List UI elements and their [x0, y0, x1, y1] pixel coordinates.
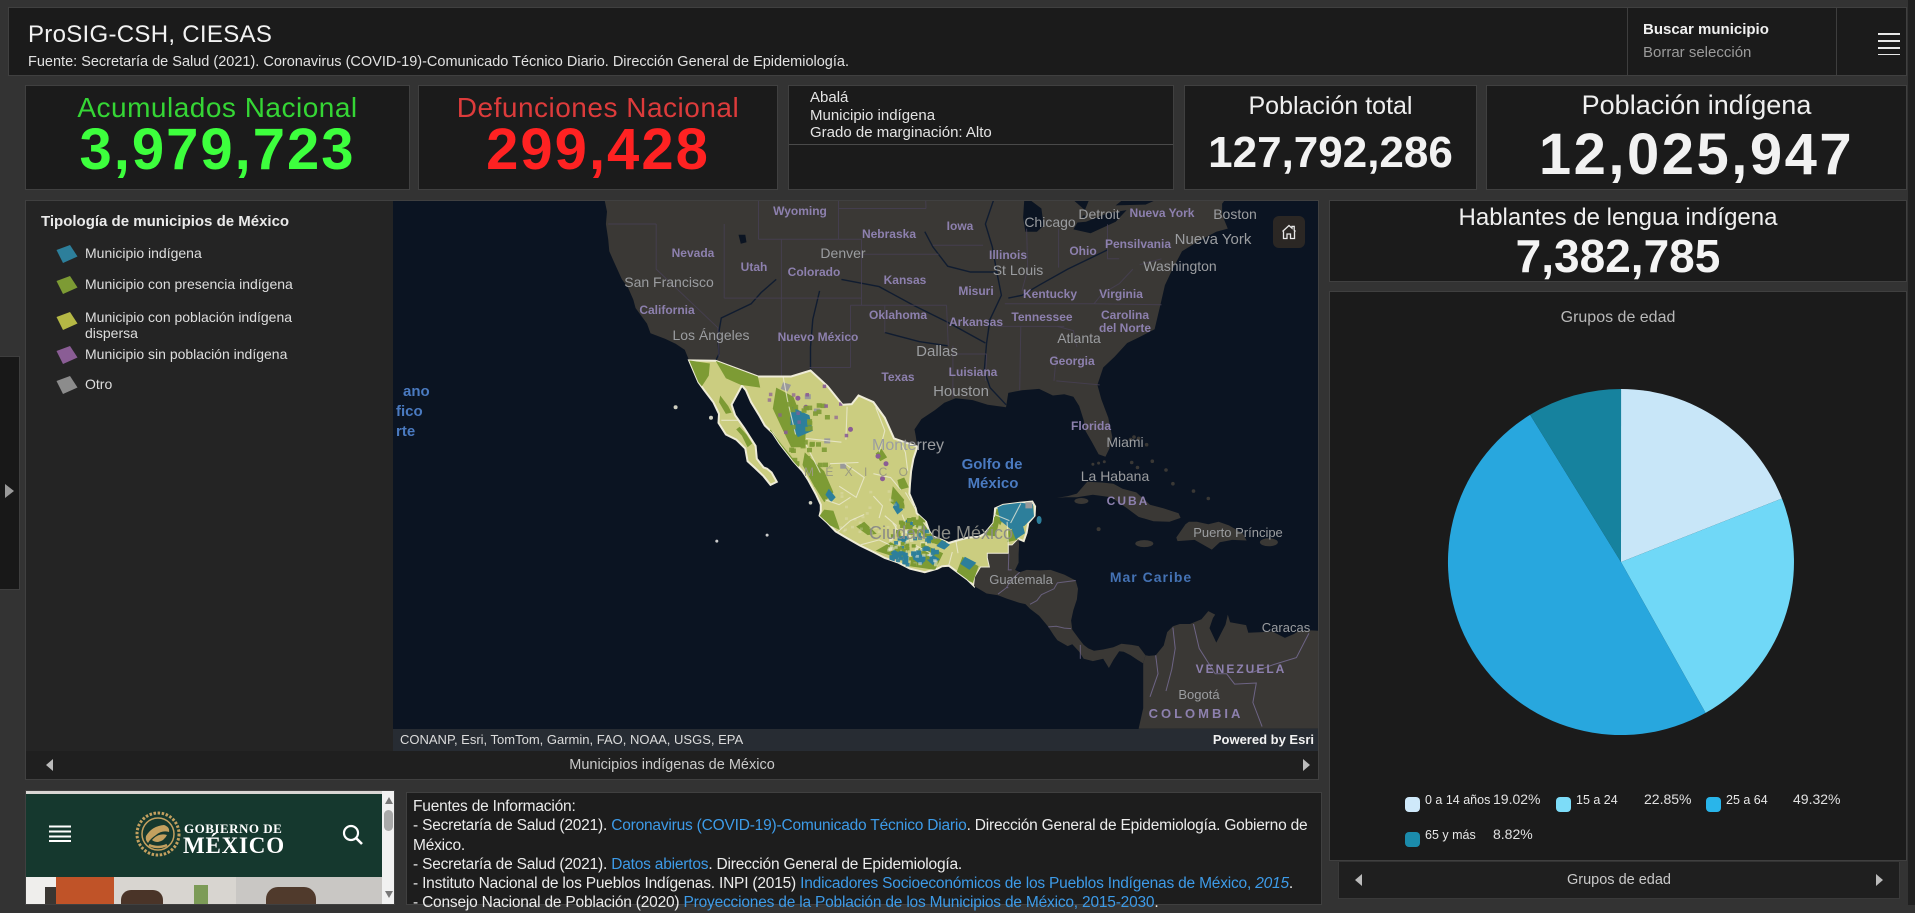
- svg-text:Atlanta: Atlanta: [1057, 330, 1101, 346]
- svg-text:Wyoming: Wyoming: [773, 204, 827, 218]
- svg-text:Carolina: Carolina: [1101, 308, 1149, 322]
- svg-text:Houston: Houston: [933, 383, 989, 400]
- svg-text:California: California: [639, 303, 695, 317]
- svg-text:Florida: Florida: [1071, 419, 1111, 433]
- svg-text:Chicago: Chicago: [1024, 214, 1076, 230]
- svg-text:Ciudad de México: Ciudad de México: [869, 523, 1013, 543]
- svg-text:CUBA: CUBA: [1107, 494, 1150, 508]
- svg-text:Monterrey: Monterrey: [872, 437, 944, 454]
- svg-text:Iowa: Iowa: [947, 219, 974, 233]
- svg-text:Boston: Boston: [1213, 206, 1257, 222]
- svg-text:Illinois: Illinois: [989, 248, 1027, 262]
- svg-text:Nevada: Nevada: [672, 246, 715, 260]
- svg-text:Nebraska: Nebraska: [862, 227, 916, 241]
- svg-text:Georgia: Georgia: [1049, 354, 1095, 368]
- svg-text:Nueva York: Nueva York: [1175, 231, 1252, 248]
- svg-text:Colorado: Colorado: [788, 265, 841, 279]
- svg-text:Luisiana: Luisiana: [949, 365, 998, 379]
- svg-text:Tennessee: Tennessee: [1011, 310, 1072, 324]
- svg-text:Puerto Príncipe: Puerto Príncipe: [1193, 525, 1283, 540]
- svg-text:St Louis: St Louis: [993, 262, 1044, 278]
- svg-text:San Francisco: San Francisco: [624, 274, 714, 290]
- svg-text:Los Ángeles: Los Ángeles: [672, 327, 749, 343]
- svg-text:Oklahoma: Oklahoma: [869, 308, 927, 322]
- svg-text:Dallas: Dallas: [916, 343, 958, 360]
- svg-text:fico: fico: [396, 403, 423, 420]
- svg-text:VENEZUELA: VENEZUELA: [1196, 662, 1287, 676]
- svg-text:M É X I C O: M É X I C O: [804, 464, 912, 479]
- svg-text:Washington: Washington: [1143, 258, 1216, 274]
- svg-text:Mar Caribe: Mar Caribe: [1110, 569, 1192, 585]
- svg-text:del Norte: del Norte: [1099, 321, 1151, 335]
- svg-text:ano: ano: [403, 383, 430, 400]
- svg-text:Arkansas: Arkansas: [949, 315, 1003, 329]
- svg-text:Virginia: Virginia: [1099, 287, 1143, 301]
- svg-text:Golfo de: Golfo de: [962, 456, 1023, 473]
- svg-text:La Habana: La Habana: [1081, 468, 1150, 484]
- svg-text:COLOMBIA: COLOMBIA: [1149, 706, 1244, 721]
- svg-text:Bogotá: Bogotá: [1178, 687, 1220, 702]
- svg-text:Pensilvania: Pensilvania: [1105, 237, 1171, 251]
- svg-text:Nueva York: Nueva York: [1130, 206, 1195, 220]
- svg-text:Miami: Miami: [1106, 434, 1143, 450]
- svg-text:Utah: Utah: [741, 260, 768, 274]
- svg-text:Detroit: Detroit: [1078, 206, 1119, 222]
- svg-text:Denver: Denver: [820, 245, 865, 261]
- svg-text:Kansas: Kansas: [884, 273, 927, 287]
- svg-text:México: México: [968, 475, 1019, 492]
- svg-text:Kentucky: Kentucky: [1023, 287, 1077, 301]
- svg-text:Caracas: Caracas: [1262, 620, 1311, 635]
- svg-text:Nuevo México: Nuevo México: [778, 330, 859, 344]
- svg-text:Misuri: Misuri: [958, 284, 993, 298]
- svg-text:rte: rte: [396, 423, 415, 440]
- svg-text:Texas: Texas: [881, 370, 914, 384]
- svg-text:Guatemala: Guatemala: [989, 572, 1053, 587]
- svg-text:Ohio: Ohio: [1069, 244, 1096, 258]
